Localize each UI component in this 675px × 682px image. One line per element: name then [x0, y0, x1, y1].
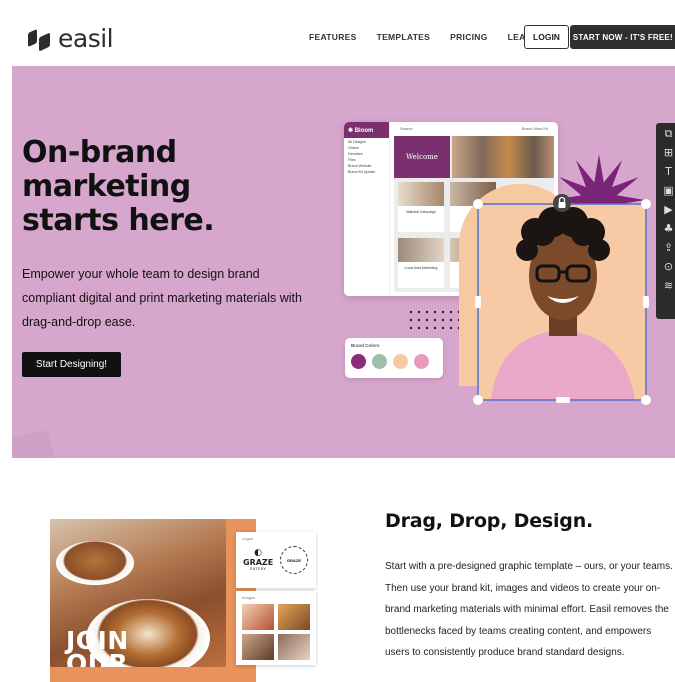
easil-logo[interactable]: easil: [26, 24, 114, 53]
elements-icon[interactable]: ♣: [663, 222, 675, 235]
upload-icon[interactable]: ⇪: [663, 241, 675, 254]
brand-color-swatch: [414, 354, 429, 369]
mockup-team-photo: [452, 136, 554, 178]
image-icon[interactable]: ▣: [663, 184, 675, 197]
lock-icon[interactable]: [553, 194, 571, 212]
easil-logo-icon: [26, 27, 52, 52]
text-icon[interactable]: T: [663, 165, 675, 178]
mockup-template-card: National Campaign: [398, 182, 444, 232]
image-thumbnail[interactable]: [278, 604, 310, 630]
decorative-shape: [12, 430, 55, 458]
section-title: Drag, Drop, Design.: [385, 510, 594, 532]
image-thumbnail[interactable]: [278, 634, 310, 660]
nav-pricing[interactable]: PRICING: [450, 32, 488, 42]
coffee-photo: JOIN OUR TEAM: [50, 519, 226, 682]
start-designing-button[interactable]: Start Designing!: [22, 352, 121, 377]
drag-drop-collage: JOIN OUR TEAM Logos ◐ GRAZE EATERY GRAZE…: [50, 519, 318, 682]
nav-features[interactable]: FEATURES: [309, 32, 357, 42]
logos-label: Logos: [242, 536, 253, 541]
layout-icon[interactable]: ⧉: [663, 127, 675, 140]
lock-tool-icon[interactable]: ⊙: [663, 260, 675, 273]
mockup-topbar: Search Brand View Kit: [390, 122, 558, 134]
top-nav: easil FEATURES TEMPLATES PRICING LEARN L…: [12, 6, 675, 66]
layers-icon[interactable]: ≋: [663, 279, 675, 292]
selection-box[interactable]: [472, 196, 652, 408]
editor-toolbar: ⧉ ⊞ T ▣ ▶ ♣ ⇪ ⊙ ≋: [656, 123, 675, 319]
mockup-template-card: Local Area Marketing: [398, 238, 444, 288]
hero-section: On-brand marketing starts here. Empower …: [12, 66, 675, 458]
orange-strip: [50, 667, 230, 682]
mockup-share: Brand View Kit: [521, 125, 548, 131]
brand-color-swatch: [393, 354, 408, 369]
mockup-side-item: Brand Kit Update: [348, 170, 376, 174]
hero-subtitle: Empower your whole team to design brand …: [22, 267, 302, 329]
brand-colors-card: Brand Colors: [345, 338, 443, 378]
brand-color-swatch: [372, 354, 387, 369]
nav-templates[interactable]: TEMPLATES: [377, 32, 431, 42]
mockup-brand: ✱ Bloom: [344, 122, 389, 138]
coffee-cup: [56, 541, 134, 585]
images-label: Images: [242, 595, 256, 600]
brand-colors-title: Brand Colors: [351, 343, 380, 348]
start-now-button[interactable]: START NOW - IT'S FREE! ›: [570, 25, 675, 49]
section-body: Start with a pre-designed graphic templa…: [385, 561, 673, 659]
logo-text: easil: [58, 24, 114, 53]
page: easil FEATURES TEMPLATES PRICING LEARN L…: [0, 0, 675, 682]
mockup-welcome-banner: Welcome: [394, 136, 450, 178]
nav-links: FEATURES TEMPLATES PRICING LEARN: [309, 32, 558, 42]
hero-title: On-brand marketing starts here.: [22, 135, 215, 238]
graze-logo: ◐ GRAZE EATERY: [243, 548, 274, 571]
image-thumbnail[interactable]: [242, 604, 274, 630]
brand-color-swatch: [351, 354, 366, 369]
mockup-sidebar: ✱ Bloom All Designs Orders Favorites Fil…: [344, 122, 390, 296]
login-button[interactable]: LOGIN: [524, 25, 569, 49]
mockup-search: Search: [400, 125, 413, 131]
grid-icon[interactable]: ⊞: [663, 146, 675, 159]
images-panel: Images: [236, 591, 316, 665]
graze-mark-icon: ◐: [254, 548, 263, 558]
logos-panel: Logos ◐ GRAZE EATERY GRAZE: [236, 532, 316, 588]
graze-round-logo: GRAZE: [280, 546, 308, 574]
image-thumbnail[interactable]: [242, 634, 274, 660]
video-icon[interactable]: ▶: [663, 203, 675, 216]
